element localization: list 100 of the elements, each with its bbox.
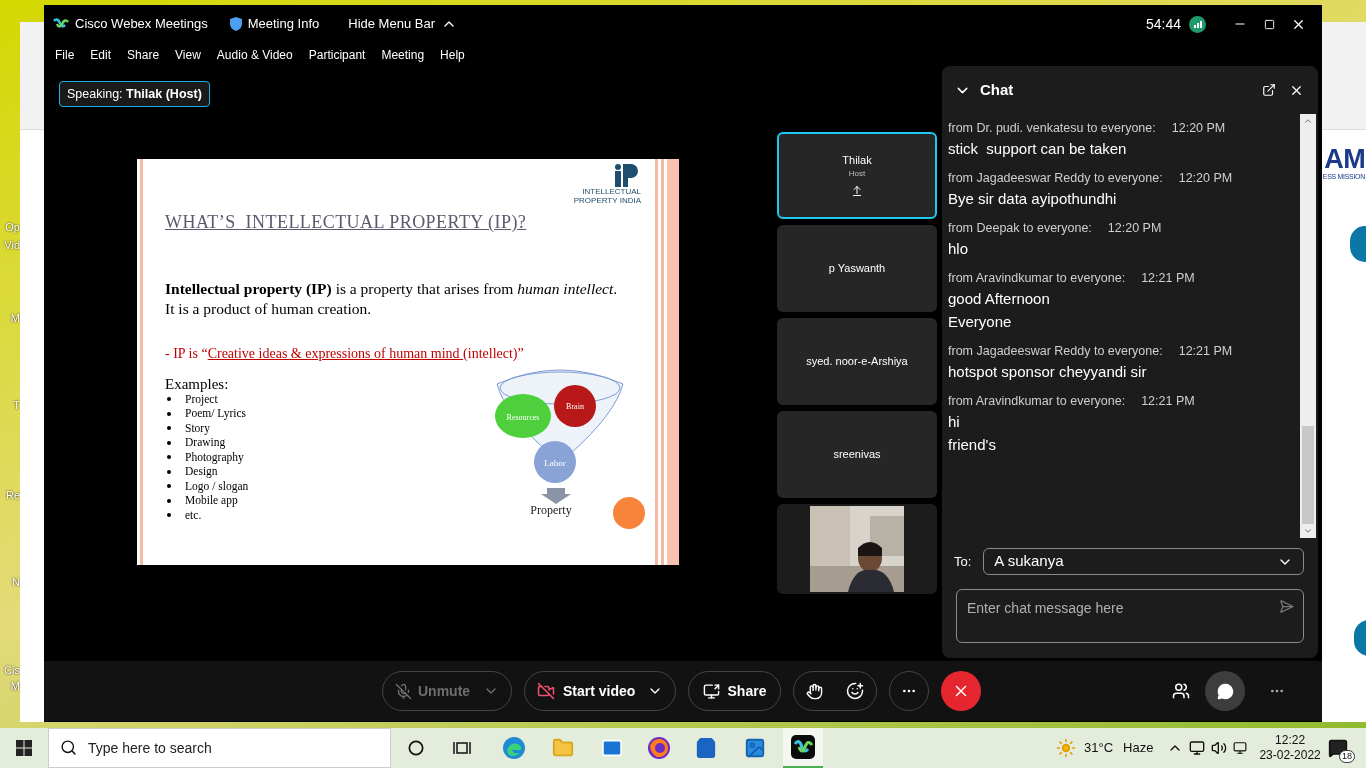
message-sender: from Dr. pudi. venkatesu to everyone: bbox=[948, 120, 1156, 136]
bullet-icon bbox=[167, 455, 171, 460]
example-item: Poem/ Lyrics bbox=[185, 407, 246, 421]
diagram-label: Labor bbox=[544, 458, 566, 468]
speaking-badge: Speaking: Thilak (Host) bbox=[59, 81, 210, 107]
meeting-info-button[interactable]: Meeting Info bbox=[229, 14, 320, 34]
reaction-icon[interactable] bbox=[846, 682, 865, 700]
message-sender: from Jagadeeswar Reddy to everyone: bbox=[948, 343, 1163, 359]
menu-item[interactable]: Help bbox=[440, 45, 465, 64]
meeting-timer: 54:44 bbox=[1145, 14, 1181, 34]
message-time: 12:20 PM bbox=[1171, 120, 1226, 136]
scroll-down-icon[interactable] bbox=[1303, 526, 1313, 536]
app-logo-icon bbox=[53, 18, 69, 30]
menu-item[interactable]: Meeting bbox=[381, 45, 425, 64]
message-sender: from Aravindkumar to everyone: bbox=[948, 393, 1126, 409]
to-label: To: bbox=[954, 552, 972, 571]
menu-item[interactable]: Audio & Video bbox=[216, 45, 293, 64]
message-text: good Afternoon bbox=[948, 289, 1051, 309]
pop-out-icon[interactable] bbox=[1262, 83, 1276, 97]
message-time: 12:21 PM bbox=[1141, 393, 1195, 409]
send-icon[interactable] bbox=[1279, 599, 1294, 614]
store-icon[interactable] bbox=[695, 737, 717, 759]
slide-paragraph: Intellectual property (IP) is a property that arises from human intellect. It is a product of human creation. bbox=[165, 279, 619, 319]
scroll-up-icon[interactable] bbox=[1303, 116, 1313, 126]
scrollbar[interactable] bbox=[1300, 114, 1316, 538]
shield-icon bbox=[229, 17, 242, 31]
slide-quote: - IP is “Creative ideas & expressions of human mind (intellect)” bbox=[165, 345, 524, 363]
chat-button[interactable] bbox=[1205, 671, 1245, 711]
bullet-icon bbox=[167, 440, 171, 445]
signal-icon bbox=[1189, 15, 1206, 33]
temperature[interactable]: 31°C bbox=[1084, 738, 1114, 758]
examples-heading: Examples: bbox=[165, 376, 230, 392]
example-item: Mobile app bbox=[185, 494, 238, 508]
diagram-label: Resources bbox=[506, 413, 540, 422]
network-icon[interactable] bbox=[1189, 740, 1206, 756]
participant-tile[interactable]: p Yaswanth bbox=[777, 225, 937, 312]
menu-item[interactable]: Share bbox=[127, 45, 160, 64]
example-item: Photography bbox=[185, 450, 244, 464]
weather-condition[interactable]: Haze bbox=[1123, 738, 1154, 758]
bullet-icon bbox=[167, 469, 171, 474]
message-text: Everyone bbox=[948, 312, 1013, 332]
diagram-label: Property bbox=[530, 503, 572, 517]
hide-menu-bar-button[interactable]: Hide Menu Bar bbox=[348, 14, 457, 34]
participant-tile[interactable]: sreenivas bbox=[777, 411, 937, 498]
search-icon bbox=[60, 739, 77, 756]
taskbar-search-field[interactable]: Type here to search bbox=[48, 728, 391, 768]
fox-browser-icon[interactable] bbox=[647, 736, 671, 760]
notification-count: 18 bbox=[1339, 750, 1355, 763]
message-time: 12:20 PM bbox=[1178, 170, 1233, 186]
menu-item[interactable]: Edit bbox=[90, 45, 112, 64]
end-call-button[interactable] bbox=[941, 671, 981, 711]
chat-input[interactable]: Enter chat message here bbox=[956, 589, 1304, 643]
scrollbar-thumb[interactable] bbox=[1302, 426, 1314, 524]
participant-name: sreenivas bbox=[833, 447, 881, 462]
raise-hand-icon[interactable] bbox=[805, 682, 823, 700]
diagram-label: Brain bbox=[566, 402, 584, 411]
bullet-icon bbox=[167, 411, 171, 416]
example-item: Design bbox=[185, 465, 218, 479]
recipient-dropdown[interactable]: A sukanya bbox=[983, 548, 1304, 575]
example-item: Logo / slogan bbox=[185, 479, 249, 493]
example-item: Drawing bbox=[185, 436, 226, 450]
participant-tile[interactable]: Thilak Host bbox=[777, 132, 937, 219]
cortana-icon[interactable] bbox=[408, 740, 424, 756]
device-icon[interactable] bbox=[1233, 741, 1248, 755]
photos-icon[interactable] bbox=[744, 737, 766, 759]
share-screen-icon bbox=[702, 682, 720, 700]
menu-item[interactable]: File bbox=[55, 45, 75, 64]
participant-name: p Yaswanth bbox=[828, 261, 886, 276]
active-app-button[interactable] bbox=[783, 728, 823, 768]
participants-icon[interactable] bbox=[1172, 682, 1190, 700]
logo-icon bbox=[613, 163, 641, 187]
message-sender: from Jagadeeswar Reddy to everyone: bbox=[948, 170, 1163, 186]
message-text: hlo bbox=[948, 239, 970, 259]
message-time: 12:21 PM bbox=[1141, 270, 1195, 286]
browser-icon[interactable] bbox=[502, 736, 526, 760]
video-off-icon bbox=[537, 682, 555, 700]
message-time: 12:21 PM bbox=[1178, 343, 1233, 359]
site-logo[interactable]: AM bbox=[1324, 146, 1365, 173]
message-text: friend's bbox=[948, 435, 997, 455]
clock-date: 23-02-2022 bbox=[1259, 748, 1321, 763]
example-item: etc. bbox=[185, 508, 202, 522]
task-view-icon[interactable] bbox=[453, 740, 471, 756]
clock[interactable]: 12:22 23-02-2022 bbox=[1259, 733, 1321, 763]
menu-item[interactable]: View bbox=[175, 45, 201, 64]
menu-item[interactable]: Participant bbox=[308, 45, 366, 64]
logo-text: INTELLECTUAL bbox=[582, 187, 641, 196]
volume-icon[interactable] bbox=[1211, 740, 1228, 756]
message-text: Bye sir data ayipothundhi bbox=[948, 189, 1118, 209]
windows-start-icon[interactable] bbox=[16, 740, 32, 756]
bullet-icon bbox=[167, 498, 171, 503]
slide-title: WHAT’S INTELLECTUAL PROPERTY (IP)? bbox=[165, 213, 527, 231]
app-logo-icon bbox=[791, 735, 815, 759]
participant-tile[interactable]: syed. noor-e-Arshiya bbox=[777, 318, 937, 405]
message-sender: from Deepak to everyone: bbox=[948, 220, 1092, 236]
chat-title: Chat bbox=[980, 79, 1014, 100]
mail-icon[interactable] bbox=[601, 737, 623, 759]
mic-off-icon bbox=[395, 682, 412, 700]
participant-role: Host bbox=[848, 169, 866, 180]
bullet-icon bbox=[167, 397, 171, 402]
arrow-down-icon bbox=[541, 488, 571, 504]
